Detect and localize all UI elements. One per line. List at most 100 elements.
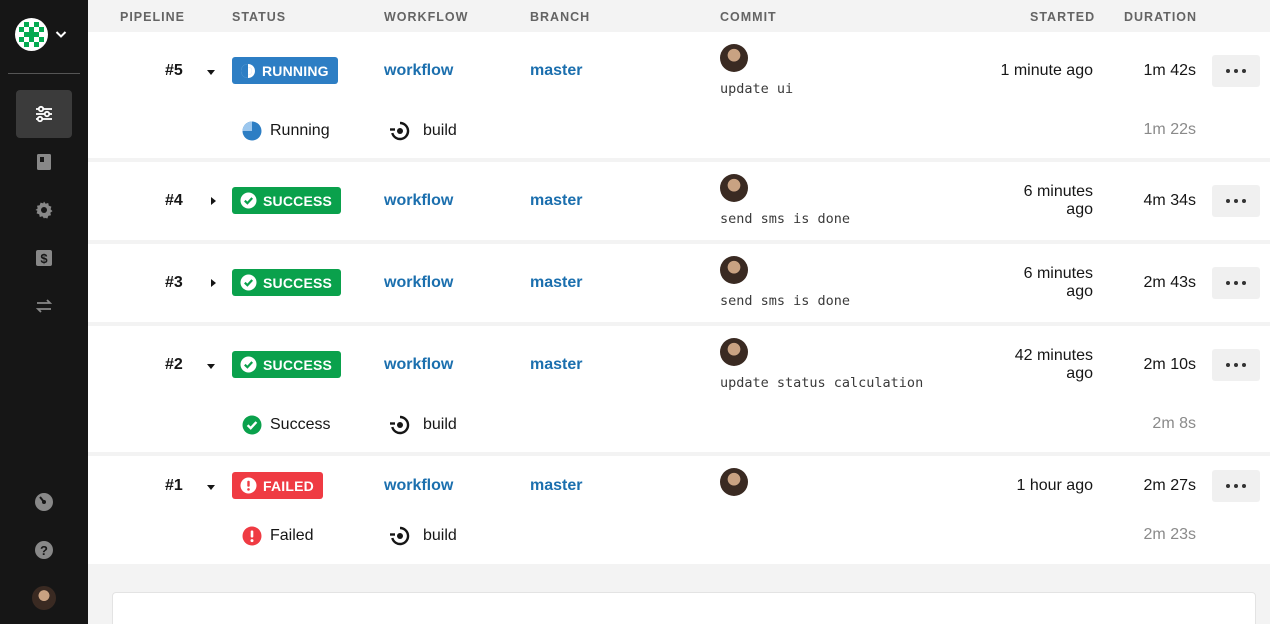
branch-link[interactable]: master [530, 192, 582, 210]
check-circle-icon [240, 192, 257, 209]
table-header: PIPELINE STATUS WORKFLOW BRANCH COMMIT S… [88, 0, 1270, 32]
duration: 1m 42s [1143, 62, 1196, 79]
status-label: FAILED [263, 477, 314, 494]
pipeline-number[interactable]: #2 [165, 356, 183, 374]
started-line2: ago [1066, 283, 1093, 300]
sidebar-item-profile[interactable] [16, 574, 72, 622]
org-logo [15, 17, 48, 51]
pipeline-row[interactable]: #5 RUNNING workflow master update ui 1 m… [88, 32, 1270, 158]
pipeline-number[interactable]: #1 [165, 477, 183, 495]
commit-message[interactable]: update status calculation [720, 375, 923, 391]
pipeline-number[interactable]: #5 [165, 62, 183, 80]
job-link[interactable]: build [389, 526, 457, 546]
check-circle-icon [240, 274, 257, 291]
org-switcher[interactable] [15, 17, 75, 51]
sidebar-item-status[interactable] [16, 478, 72, 526]
more-actions-button[interactable] [1212, 349, 1260, 381]
sidebar-item-migrate[interactable] [16, 282, 72, 330]
job-duration: 2m 8s [1152, 415, 1196, 432]
dashboard-gauge-icon [35, 493, 53, 511]
workflow-link[interactable]: workflow [384, 274, 453, 292]
header-workflow: WORKFLOW [384, 10, 469, 24]
duration: 2m 27s [1143, 477, 1196, 494]
started-time: 42 minutes ago [968, 347, 1093, 383]
job-icon [390, 415, 410, 435]
caret-down-icon[interactable] [206, 482, 216, 492]
status-badge-success[interactable]: SUCCESS [232, 351, 342, 378]
more-actions-button[interactable] [1212, 55, 1260, 87]
status-badge-success[interactable]: SUCCESS [232, 269, 342, 296]
started-time: 1 minute ago [1000, 62, 1093, 79]
started-time: 1 hour ago [1016, 477, 1093, 494]
job-icon [390, 526, 410, 546]
sidebar-item-settings[interactable] [16, 186, 72, 234]
chevron-down-icon [55, 31, 67, 38]
status-badge-failed[interactable]: FAILED [232, 472, 323, 499]
started-time: 6 minutes ago [968, 265, 1093, 301]
more-actions-button[interactable] [1212, 470, 1260, 502]
workflow-link[interactable]: workflow [384, 192, 453, 210]
workflow-link[interactable]: workflow [384, 356, 453, 374]
commit-message[interactable]: send sms is done [720, 293, 850, 309]
migrate-icon [35, 299, 53, 313]
job-link[interactable]: build [389, 121, 457, 141]
pipeline-row[interactable]: #4 SUCCESS workflow master send sms is d… [88, 162, 1270, 240]
started-line1: 6 minutes [1023, 183, 1093, 200]
sidebar-item-insights[interactable] [16, 138, 72, 186]
caret-down-icon[interactable] [206, 67, 216, 77]
duration: 4m 34s [1143, 192, 1196, 209]
job-status-label: Failed [270, 527, 314, 544]
help-icon: ? [35, 541, 53, 559]
sidebar-item-billing[interactable]: $ [16, 234, 72, 282]
branch-link[interactable]: master [530, 62, 582, 80]
pipeline-number[interactable]: #4 [165, 192, 183, 210]
started-line1: 42 minutes [1014, 347, 1093, 364]
status-label: SUCCESS [263, 192, 333, 209]
commit-author-avatar[interactable] [720, 468, 748, 496]
sidebar-item-help[interactable]: ? [16, 526, 72, 574]
commit-author-avatar[interactable] [720, 174, 748, 202]
svg-text:?: ? [40, 543, 48, 558]
job-duration: 2m 23s [1143, 526, 1196, 543]
running-status-icon [242, 121, 262, 141]
job-status-label: Success [270, 416, 331, 433]
job-status: Failed [242, 526, 314, 546]
sidebar-divider [8, 73, 80, 74]
job-link[interactable]: build [389, 415, 457, 435]
workflow-link[interactable]: workflow [384, 62, 453, 80]
sidebar-item-pipelines[interactable] [16, 90, 72, 138]
check-circle-icon [240, 356, 257, 373]
header-status: STATUS [232, 10, 287, 24]
branch-link[interactable]: master [530, 356, 582, 374]
caret-right-icon[interactable] [208, 196, 218, 206]
header-duration: DURATION [1124, 10, 1198, 24]
status-badge-running[interactable]: RUNNING [232, 57, 338, 84]
started-line2: ago [1066, 365, 1093, 382]
header-pipeline: PIPELINE [120, 10, 185, 24]
caret-right-icon[interactable] [208, 278, 218, 288]
job-name: build [423, 416, 457, 433]
job-name: build [423, 527, 457, 544]
pipeline-row[interactable]: #1 FAILED workflow master 1 hour ago 2m … [88, 456, 1270, 564]
status-label: SUCCESS [263, 356, 333, 373]
commit-author-avatar[interactable] [720, 338, 748, 366]
commit-message[interactable]: send sms is done [720, 211, 850, 227]
status-badge-success[interactable]: SUCCESS [232, 187, 342, 214]
pipeline-row[interactable]: #2 SUCCESS workflow master update status… [88, 326, 1270, 452]
started-line2: ago [1066, 201, 1093, 218]
more-actions-button[interactable] [1212, 185, 1260, 217]
branch-link[interactable]: master [530, 477, 582, 495]
pipeline-row[interactable]: #3 SUCCESS workflow master send sms is d… [88, 244, 1270, 322]
job-status: Success [242, 415, 330, 435]
more-actions-button[interactable] [1212, 267, 1260, 299]
commit-message[interactable]: update ui [720, 81, 793, 97]
commit-author-avatar[interactable] [720, 44, 748, 72]
workflow-link[interactable]: workflow [384, 477, 453, 495]
branch-link[interactable]: master [530, 274, 582, 292]
settings-icon [35, 201, 53, 219]
commit-author-avatar[interactable] [720, 256, 748, 284]
caret-down-icon[interactable] [206, 361, 216, 371]
pipeline-number[interactable]: #3 [165, 274, 183, 292]
running-status-icon [241, 63, 255, 78]
info-card [112, 592, 1256, 624]
